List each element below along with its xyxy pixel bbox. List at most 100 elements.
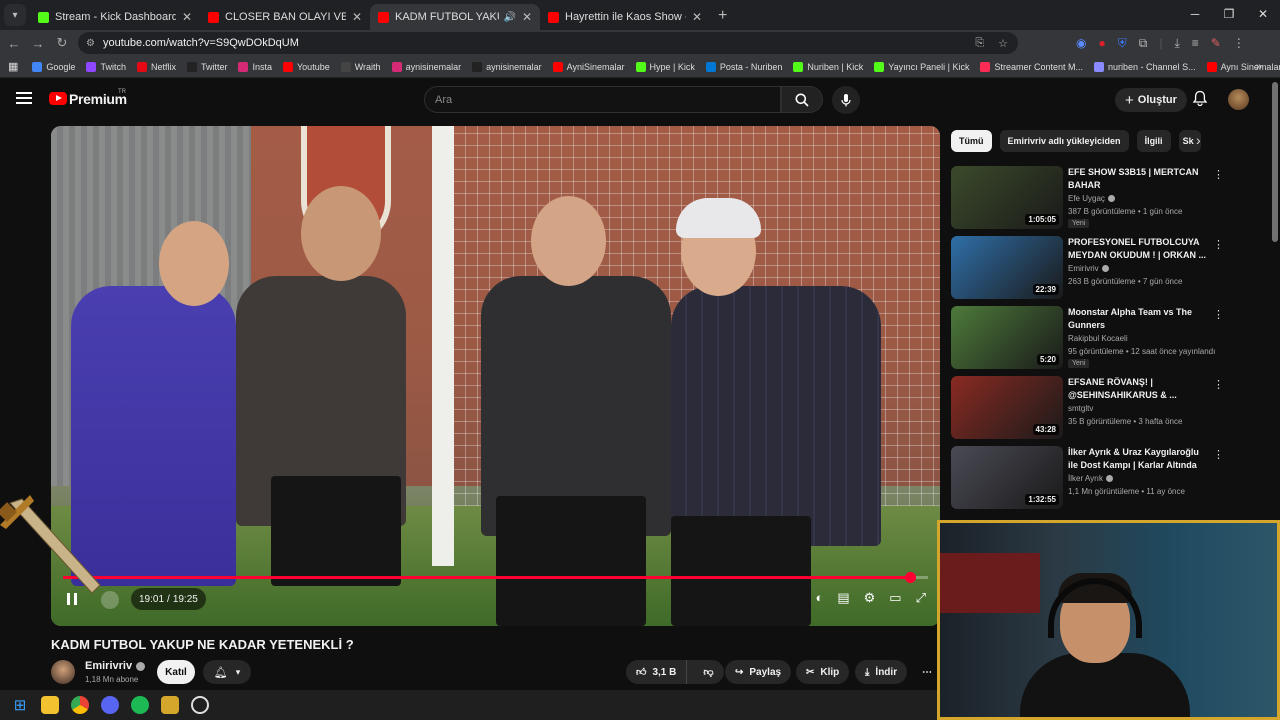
share-button[interactable]: ↪ Paylaş — [725, 660, 792, 684]
channel-avatar[interactable] — [51, 660, 75, 684]
media-control-icon[interactable]: ≡ — [1192, 36, 1199, 50]
more-vertical-icon[interactable]: ⋮ — [1213, 378, 1224, 391]
subscription-bell-button[interactable]: 🔔︎ ▾ — [203, 660, 251, 684]
subtitles-icon[interactable]: ▤ — [837, 590, 849, 606]
recommended-title[interactable]: EFSANE RÖVANŞ! | @SEHINSAHIKARUS & ... — [1068, 376, 1206, 402]
recommended-title[interactable]: İlker Ayrık & Uraz Kaygılaroğlu ile Dost… — [1068, 446, 1206, 472]
app-icon[interactable] — [161, 696, 179, 714]
install-icon[interactable]: ⎘ — [975, 37, 984, 50]
dislike-button[interactable]: 👎︎ — [693, 666, 723, 678]
menu-icon[interactable] — [16, 92, 32, 104]
bookmark-item[interactable]: Google — [32, 61, 75, 72]
bookmark-item[interactable]: Wraith — [340, 61, 381, 72]
video-thumbnail[interactable]: 43:28 — [951, 376, 1063, 439]
youtube-logo-icon[interactable] — [49, 92, 67, 105]
video-thumbnail[interactable]: 1:05:05 — [951, 166, 1063, 229]
browser-tab[interactable]: Hayrettin ile Kaos Show - 2.Se ✕ — [540, 4, 710, 30]
new-tab-icon[interactable]: + — [718, 7, 727, 25]
download-button[interactable]: ⤓ İndir — [855, 660, 908, 684]
download-icon[interactable]: ⤓ — [1174, 36, 1179, 51]
minimize-icon[interactable]: ─ — [1178, 0, 1212, 28]
recommended-video[interactable]: 5:20 Moonstar Alpha Team vs The Gunners Ra… — [951, 306, 1224, 370]
account-avatar[interactable] — [1228, 89, 1249, 110]
bookmark-star-icon[interactable]: ☆ — [998, 37, 1008, 50]
clip-button[interactable]: ✂ Klip — [796, 660, 850, 684]
chips-next-icon[interactable]: › — [1196, 132, 1201, 148]
address-bar[interactable]: ⚙ youtube.com/watch?v=S9QwDOkDqUM ⎘ ☆ — [78, 32, 1018, 54]
bookmark-item[interactable]: Yayıncı Paneli | Kick — [874, 61, 969, 72]
bookmark-item[interactable]: AyniSinemalar — [552, 61, 625, 72]
bookmark-item[interactable]: Posta - Nuriben — [705, 61, 782, 72]
join-button[interactable]: Katıl — [157, 660, 195, 684]
progress-scrubber[interactable] — [904, 572, 916, 583]
browser-tab[interactable]: Stream - Kick Dashboard ✕ — [30, 4, 200, 30]
recommended-video[interactable]: 22:39 PROFESYONEL FUTBOLCUYA MEYDAN OKUDU… — [951, 236, 1224, 300]
recommended-video[interactable]: 1:05:05 EFE SHOW S3B15 | MERTCAN BAHAR Efe… — [951, 166, 1224, 230]
video-thumbnail[interactable]: 1:32:55 — [951, 446, 1063, 509]
recommended-title[interactable]: PROFESYONEL FUTBOLCUYA MEYDAN OKUDUM ! |… — [1068, 236, 1206, 262]
bookmark-item[interactable]: nuriben - Channel S... — [1094, 61, 1196, 72]
bookmark-item[interactable]: Netflix — [136, 61, 176, 72]
page-scrollbar[interactable] — [1272, 82, 1278, 242]
browser-tab[interactable]: CLOSER BAN OLAYI VE SONRA ✕ — [200, 4, 370, 30]
bookmark-item[interactable]: Twitch — [86, 61, 126, 72]
recommended-video[interactable]: 43:28 EFSANE RÖVANŞ! | @SEHINSAHIKARUS & … — [951, 376, 1224, 440]
profile-icon[interactable]: ✎ — [1211, 36, 1221, 50]
bookmark-item[interactable]: Youtube — [283, 61, 330, 72]
file-explorer-icon[interactable] — [41, 696, 59, 714]
obs-icon[interactable] — [191, 696, 209, 714]
autoplay-toggle-icon[interactable]: ◐ — [815, 590, 823, 606]
extensions-puzzle-icon[interactable]: ⧉ — [1139, 36, 1148, 51]
reload-icon[interactable]: ↻ — [50, 35, 74, 51]
extension-icon[interactable]: ● — [1098, 36, 1105, 50]
windows-start-icon[interactable]: ⊞ — [11, 696, 29, 714]
bookmark-item[interactable]: Insta — [238, 61, 272, 72]
shield-icon[interactable]: ⛨ — [1118, 36, 1127, 51]
fullscreen-icon[interactable]: ⤢ — [916, 590, 926, 606]
video-thumbnail[interactable]: 22:39 — [951, 236, 1063, 299]
close-tab-icon[interactable]: ✕ — [692, 10, 702, 24]
more-vertical-icon[interactable]: ⋮ — [1213, 168, 1224, 181]
search-button[interactable] — [781, 86, 823, 113]
chip-all[interactable]: Tümü — [951, 130, 992, 152]
site-info-icon[interactable]: ⚙ — [86, 38, 95, 49]
spotify-icon[interactable] — [131, 696, 149, 714]
video-player[interactable]: 19:01 / 19:25 ◐ ▤ ⚙ ▭ ⤢ — [51, 126, 940, 626]
chip-related[interactable]: İlgili — [1136, 130, 1171, 152]
close-tab-icon[interactable]: ✕ — [522, 10, 532, 24]
recommended-title[interactable]: Moonstar Alpha Team vs The Gunners — [1068, 306, 1206, 332]
recommended-video[interactable]: 1:32:55 İlker Ayrık & Uraz Kaygılaroğlu i… — [951, 446, 1224, 510]
chrome-icon[interactable] — [71, 696, 89, 714]
extension-icon[interactable]: ◉ — [1076, 36, 1086, 50]
search-input[interactable]: Ara — [424, 86, 781, 113]
tab-search-icon[interactable]: ▾ — [4, 4, 26, 26]
bookmark-item[interactable]: aynisinemalar — [472, 61, 542, 72]
recommended-channel[interactable]: İlker Ayrık — [1068, 474, 1113, 483]
bookmark-item[interactable]: Streamer Content M... — [980, 61, 1083, 72]
video-thumbnail[interactable]: 5:20 — [951, 306, 1063, 369]
bookmark-item[interactable]: Twitter — [186, 61, 227, 72]
recommended-channel[interactable]: Emirivriv — [1068, 264, 1109, 273]
more-vertical-icon[interactable]: ⋮ — [1213, 448, 1224, 461]
chip-from-uploader[interactable]: Emirivriv adlı yükleyiciden — [999, 130, 1129, 152]
more-vertical-icon[interactable]: ⋮ — [1213, 238, 1224, 251]
browser-menu-icon[interactable]: ⋮ — [1233, 36, 1245, 50]
recommended-channel[interactable]: Efe Uygaç — [1068, 194, 1115, 203]
browser-tab-active[interactable]: KADM FUTBOL YAKUP NE K 🔊 ✕ — [370, 4, 540, 30]
bookmark-item[interactable]: Hype | Kick — [635, 61, 695, 72]
apps-grid-icon[interactable]: ▦ — [8, 60, 18, 73]
like-button[interactable]: 👍︎ 3,1 B — [626, 660, 688, 684]
more-bookmarks-icon[interactable]: » — [1256, 61, 1262, 73]
close-window-icon[interactable]: ✕ — [1246, 0, 1280, 28]
bookmark-item[interactable]: aynisinemalar — [391, 61, 461, 72]
notifications-bell-icon[interactable] — [1192, 90, 1208, 112]
recommended-channel[interactable]: Rakipbul Kocaeli — [1068, 334, 1128, 343]
close-tab-icon[interactable]: ✕ — [352, 10, 362, 24]
theater-mode-icon[interactable]: ▭ — [889, 590, 901, 606]
create-button[interactable]: + Oluştur — [1115, 88, 1187, 112]
forward-icon[interactable]: → — [26, 36, 50, 51]
recommended-channel[interactable]: smtgltv — [1068, 404, 1093, 413]
channel-name[interactable]: Emirivriv — [85, 660, 146, 672]
settings-icon[interactable]: ⚙ — [864, 590, 876, 606]
bookmark-item[interactable]: Nuriben | Kick — [793, 61, 863, 72]
